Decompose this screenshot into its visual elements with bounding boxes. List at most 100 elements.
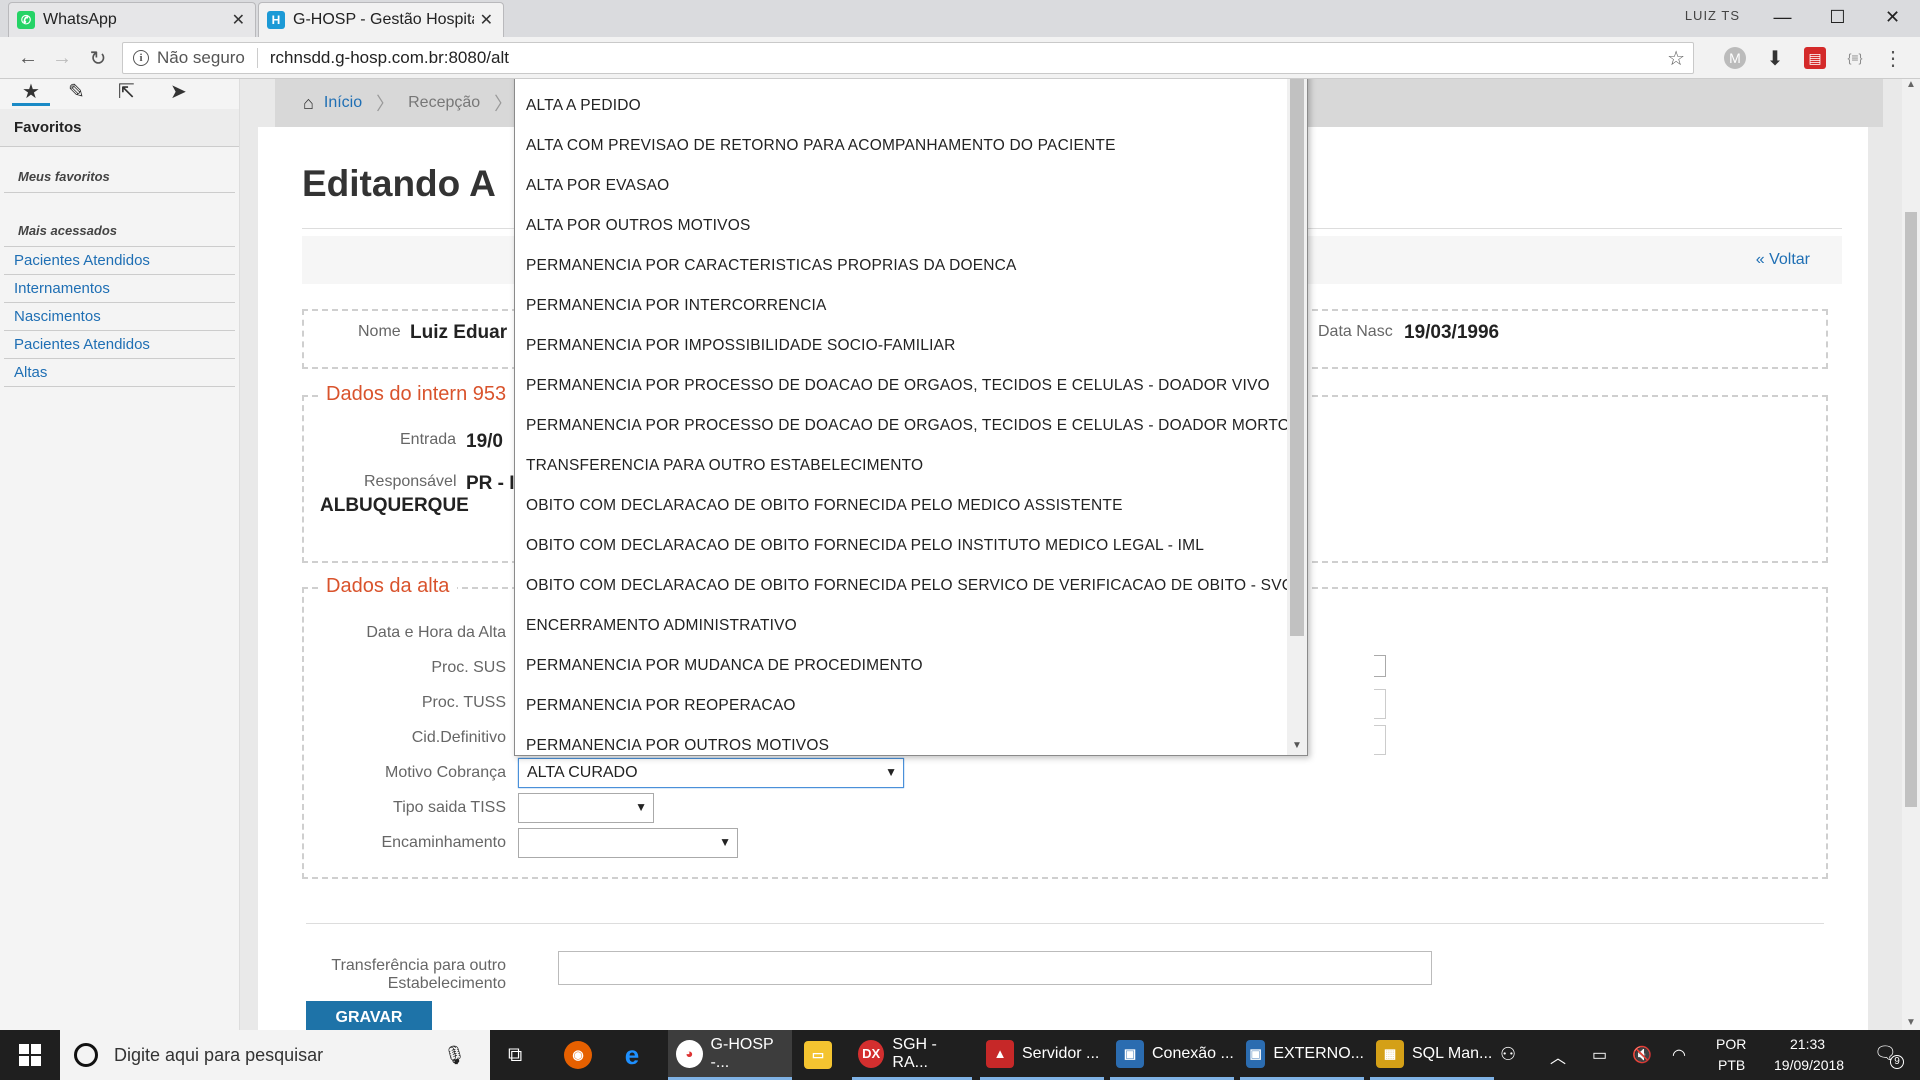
edge-icon[interactable]: e — [618, 1030, 654, 1080]
responsible-label: Responsável — [364, 473, 457, 490]
breadcrumb-home[interactable]: Início — [324, 94, 362, 112]
tipo-saida-select[interactable]: ▼ — [518, 793, 654, 823]
sidebar-item-altas[interactable]: Altas — [4, 359, 235, 387]
dropdown-option[interactable]: ALTA POR EVASAO — [515, 166, 1287, 206]
dropdown-option[interactable]: ALTA POR OUTROS MOTIVOS — [515, 206, 1287, 246]
url-text[interactable]: rchnsdd.g-hosp.com.br:8080/alt — [270, 48, 509, 68]
dropdown-option[interactable]: PERMANENCIA POR PROCESSO DE DOACAO DE OR… — [515, 406, 1290, 446]
maximize-button[interactable]: ☐ — [1810, 0, 1865, 34]
user-badge[interactable]: LUIZ TS — [1685, 8, 1740, 23]
dropdown-option[interactable]: PERMANENCIA POR INTERCORRENCIA — [515, 286, 1287, 326]
sidebar-toolbar: ★ ✎ ⇱ ➤ — [0, 79, 239, 109]
address-bar[interactable]: i Não seguro rchnsdd.g-hosp.com.br:8080/… — [122, 42, 1694, 74]
dropdown-scrollbar[interactable]: ▲ ▼ — [1287, 79, 1307, 755]
entry-label: Entrada — [400, 431, 457, 448]
taskbar-app-servidor[interactable]: ▲ Servidor ... — [980, 1030, 1104, 1080]
dropdown-option[interactable]: PERMANENCIA POR REOPERACAO — [515, 686, 1287, 726]
taskbar-app-label: Servidor ... — [1022, 1044, 1100, 1062]
dropdown-option[interactable]: ALTA MELHORADO — [515, 79, 1287, 86]
dropdown-option[interactable]: ENCERRAMENTO ADMINISTRATIVO — [515, 606, 1287, 646]
windows-start-icon[interactable] — [0, 1030, 60, 1080]
sql-server-icon: ▦ — [1376, 1039, 1404, 1068]
info-icon[interactable]: i — [133, 50, 149, 66]
transfer-input[interactable] — [558, 951, 1432, 985]
proc-tuss-label: Proc. TUSS — [421, 694, 506, 711]
external-link-icon[interactable]: ⇱ — [118, 79, 135, 104]
motivo-cobranca-dropdown: ALTA CURADOALTA MELHORADOALTA A PEDIDOAL… — [514, 79, 1308, 756]
bookmark-icon[interactable]: ★ — [22, 79, 40, 104]
people-icon[interactable]: ⚇ — [1500, 1044, 1516, 1065]
cortana-icon[interactable] — [74, 1043, 98, 1067]
page-scrollbar[interactable]: ▲ ▼ — [1902, 79, 1920, 1030]
scroll-down-icon[interactable]: ▼ — [1292, 740, 1302, 751]
edit-icon[interactable]: ✎ — [68, 79, 85, 104]
taskbar-app-sql[interactable]: ▦ SQL Man... — [1370, 1030, 1494, 1080]
clock-time[interactable]: 21:33 — [1790, 1036, 1825, 1052]
pdf-extension-icon[interactable]: ▤ — [1804, 47, 1826, 69]
dropdown-option[interactable]: PERMANENCIA POR MUDANCA DE PROCEDIMENTO — [515, 646, 1287, 686]
json-extension-icon[interactable]: {≡} — [1844, 47, 1866, 69]
tab-title: WhatsApp — [43, 11, 117, 28]
taskbar-app-label: EXTERNO... — [1273, 1044, 1364, 1062]
taskbar-app-ghosp[interactable]: ◕ G-HOSP -... — [668, 1030, 792, 1080]
microphone-icon[interactable]: 🎙 — [443, 1045, 466, 1066]
clock-date[interactable]: 19/09/2018 — [1774, 1057, 1844, 1073]
download-icon[interactable]: ⬇ — [1764, 47, 1786, 70]
bookmark-star-icon[interactable]: ☆ — [1667, 46, 1685, 71]
language-indicator[interactable]: POR — [1716, 1036, 1746, 1052]
dropdown-option[interactable]: TRANSFERENCIA PARA OUTRO ESTABELECIMENTO — [515, 446, 1287, 486]
taskbar-app-conexao[interactable]: ▣ Conexão ... — [1110, 1030, 1234, 1080]
dropdown-option[interactable]: PERMANENCIA POR CARACTERISTICAS PROPRIAS… — [515, 246, 1287, 286]
file-explorer-icon[interactable]: ▭ — [804, 1030, 840, 1080]
mute-icon[interactable]: 🔇 — [1632, 1045, 1652, 1065]
back-arrow-icon[interactable]: ← — [14, 44, 42, 72]
send-icon[interactable]: ➤ — [170, 79, 187, 104]
dropdown-option[interactable]: OBITO COM DECLARACAO DE OBITO FORNECIDA … — [515, 486, 1287, 526]
extension-m-icon[interactable]: M — [1724, 47, 1746, 69]
sidebar: ★ ✎ ⇱ ➤ Favoritos Meus favoritos Mais ac… — [0, 79, 240, 1030]
birth-date-value: 19/03/1996 — [1404, 322, 1500, 343]
sidebar-item-internamentos[interactable]: Internamentos — [4, 275, 235, 303]
taskbar-app-sgh[interactable]: DX SGH - RA... — [852, 1030, 972, 1080]
scroll-up-icon[interactable]: ▲ — [1906, 79, 1916, 90]
dropdown-option[interactable]: PERMANENCIA POR OUTROS MOTIVOS — [515, 726, 1287, 766]
dropdown-option[interactable]: PERMANENCIA POR IMPOSSIBILIDADE SOCIO-FA… — [515, 326, 1287, 366]
favorites-title: Favoritos — [0, 109, 239, 147]
dropdown-option[interactable]: OBITO COM DECLARACAO DE OBITO FORNECIDA … — [515, 566, 1294, 606]
menu-dots-icon[interactable]: ⋮ — [1882, 47, 1904, 70]
close-icon[interactable]: ✕ — [232, 10, 245, 30]
close-icon[interactable]: ✕ — [480, 10, 493, 30]
save-button[interactable]: GRAVAR — [306, 1001, 432, 1030]
back-link[interactable]: « Voltar — [1756, 251, 1810, 269]
chevron-up-icon[interactable]: ︿ — [1550, 1044, 1566, 1068]
close-window-button[interactable]: ✕ — [1865, 0, 1920, 34]
dropdown-scrollbar-thumb[interactable] — [1290, 79, 1304, 636]
forward-arrow-icon[interactable]: → — [48, 44, 76, 72]
windows-taskbar: Digite aqui para pesquisar 🎙 ⧉ ◉ e ◕ G-H… — [0, 1030, 1920, 1080]
taskbar-app-externo[interactable]: ▣ EXTERNO... — [1240, 1030, 1364, 1080]
taskbar-app-label: SGH - RA... — [892, 1035, 937, 1071]
reload-icon[interactable]: ↻ — [84, 44, 112, 72]
dropdown-option[interactable]: PERMANENCIA POR PROCESSO DE DOACAO DE OR… — [515, 366, 1287, 406]
breadcrumb-reception[interactable]: Recepção — [408, 94, 480, 112]
sidebar-item-pacientes-atendidos[interactable]: Pacientes Atendidos — [4, 247, 235, 275]
dropdown-option[interactable]: OBITO COM DECLARACAO DE OBITO FORNECIDA … — [515, 526, 1287, 566]
scroll-down-icon[interactable]: ▼ — [1906, 1017, 1916, 1028]
sidebar-item-pacientes-atendidos-2[interactable]: Pacientes Atendidos — [4, 331, 235, 359]
task-view-icon[interactable]: ⧉ — [508, 1030, 522, 1080]
encaminhamento-select[interactable]: ▼ — [518, 828, 738, 858]
dropdown-option[interactable]: ALTA A PEDIDO — [515, 86, 1287, 126]
home-icon[interactable]: ⌂ — [303, 93, 314, 114]
wifi-icon[interactable]: ◠ — [1672, 1045, 1686, 1065]
transfer-label-line2: Estabelecimento — [387, 975, 506, 992]
taskbar-search[interactable]: Digite aqui para pesquisar 🎙 — [60, 1030, 490, 1080]
tab-whatsapp[interactable]: ✆ WhatsApp ✕ — [8, 2, 256, 37]
battery-icon[interactable]: ▭ — [1592, 1045, 1607, 1065]
minimize-button[interactable]: — — [1755, 0, 1810, 34]
sidebar-item-nascimentos[interactable]: Nascimentos — [4, 303, 235, 331]
keyboard-layout[interactable]: PTB — [1718, 1057, 1745, 1073]
firefox-icon[interactable]: ◉ — [564, 1030, 600, 1080]
dropdown-option[interactable]: ALTA COM PREVISAO DE RETORNO PARA ACOMPA… — [515, 126, 1287, 166]
tab-ghosp[interactable]: H G-HOSP - Gestão Hospita ✕ — [258, 2, 504, 37]
scrollbar-thumb[interactable] — [1905, 212, 1917, 807]
